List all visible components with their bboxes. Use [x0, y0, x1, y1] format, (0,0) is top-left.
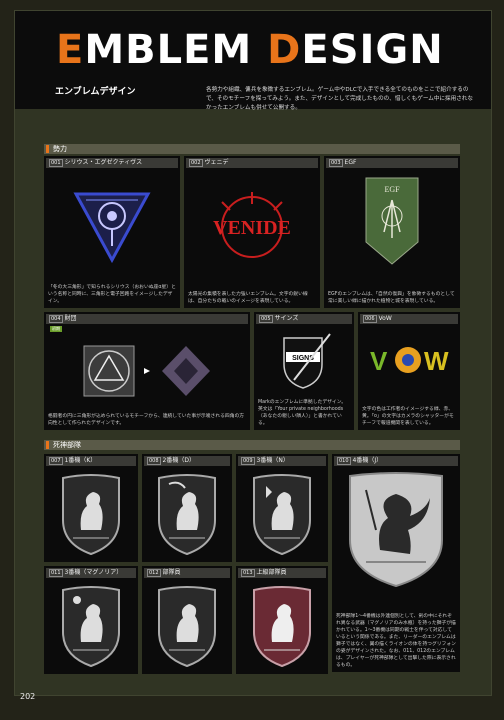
title-part-esign: ESIGN — [301, 27, 444, 73]
card-header: 006 VoW — [360, 314, 458, 324]
emblem-card-vow: 006 VoW V W 文字の色は工作者のイメージする緑、赤、黄。「o」の文字はカ… — [358, 312, 460, 430]
card-header: 001 シリウス・エグゼクティヴス — [46, 158, 178, 168]
sirius-emblem-icon — [73, 192, 151, 264]
svg-text:VENIDE: VENIDE — [213, 217, 291, 239]
card-header: 009 3番機（N） — [238, 456, 326, 466]
card-title: 部隊員 — [162, 569, 181, 576]
card-title: ヴェニデ — [204, 159, 229, 166]
card-number: 010 — [337, 457, 351, 465]
card-description: 太陽光の集積を表した力強いエンブレム。文字の鋭い線は、自分たちの戦いのイメージを… — [188, 292, 308, 304]
page-number: 202 — [20, 692, 36, 701]
status-badge: 初期 — [50, 326, 62, 332]
card-description: 死神部隊1〜4番機は外連個別として、剣の中にそれぞれ異なる武器（マグノリアのみ水… — [336, 614, 456, 668]
card-title: EGF — [344, 159, 357, 166]
card-description: EGFのエンブレムは、「自然の復興」を象徴するものとして常に美しい緑に描かれた植… — [328, 292, 455, 304]
card-description: Markのエンブレムに準拠したデザイン。英文は「Your private nei… — [258, 400, 347, 426]
card-description: 格闘者の円に三角形が込められているモチーフから、連続していた事が示唆される四角の… — [48, 414, 245, 426]
card-number: 008 — [147, 457, 161, 465]
title-letter-d: D — [267, 27, 302, 73]
card-title: シリウス・エグゼクティヴス — [64, 159, 143, 166]
svg-text:W: W — [424, 346, 449, 376]
section-header-factions: 勢力 — [44, 144, 460, 154]
card-header: 003 EGF — [326, 158, 458, 168]
lion-member-shield-icon — [158, 586, 216, 668]
card-number: 012 — [147, 569, 161, 577]
card-title: 財団 — [64, 315, 77, 322]
card-header: 002 ヴェニデ — [186, 158, 318, 168]
emblem-card-reaper-2: 008 2番機（D） — [142, 454, 232, 562]
page-title: EMBLEM DESIGN — [56, 28, 444, 72]
card-number: 006 — [363, 315, 377, 323]
card-header: 010 4番機（J） — [334, 456, 458, 466]
card-number: 002 — [189, 159, 203, 167]
card-title: 3番機（N） — [256, 457, 289, 464]
page-subtitle: エンブレムデザイン — [55, 87, 136, 97]
card-description: 「冬の大三角形」で知られるシリウス（おおいぬ座α星）という名称と同時に、三角形と… — [48, 285, 176, 304]
intro-text: 各勢力や組織、傭兵を象徴するエンブレム。ゲーム中やDLCで入手できる全てのものを… — [206, 87, 473, 111]
lion-shield-icon — [62, 474, 120, 556]
emblem-card-reaper-3: 009 3番機（N） — [236, 454, 328, 562]
card-title: 4番機（J） — [352, 457, 383, 464]
signs-shield-icon: SIGNS — [283, 333, 331, 389]
card-number: 004 — [49, 315, 63, 323]
card-number: 013 — [241, 569, 255, 577]
lion-scythe-shield-icon — [158, 474, 216, 556]
emblem-card-reaper-senior: 013 上級部隊員 — [236, 566, 328, 674]
griffin-shield-icon — [349, 472, 443, 588]
emblem-card-reaper-4: 010 4番機（J） 死神部隊1〜4番機は外連個別として、剣の中にそれぞれ異なる武… — [332, 454, 460, 672]
section-marker — [46, 441, 49, 449]
emblem-card-venide: 002 ヴェニデ VENIDE 太陽光の集積を表した力強いエンブレム。文字の鋭い線… — [184, 156, 320, 308]
card-number: 007 — [49, 457, 63, 465]
title-part-mblem: MBLEM — [84, 27, 268, 73]
card-title: 2番機（D） — [162, 457, 195, 464]
emblem-card-sirius: 001 シリウス・エグゼクティヴス 「冬の大三角形」で知られるシリウス（おおいぬ座… — [44, 156, 180, 308]
card-number: 005 — [259, 315, 273, 323]
egf-banner-text: EGF — [384, 185, 400, 194]
emblem-card-signs: 005 サインズ SIGNS Markのエンブレムに準拠したデザイン。英文は「Yo… — [254, 312, 354, 430]
svg-text:V: V — [370, 346, 388, 376]
card-header: 013 上級部隊員 — [238, 568, 326, 578]
lion-flower-shield-icon — [62, 586, 120, 668]
card-header: 011 3番機（マグノリア） — [46, 568, 136, 578]
emblem-card-reaper-member: 012 部隊員 — [142, 566, 232, 674]
card-number: 001 — [49, 159, 63, 167]
emblem-card-foundation: 004 財団 初期 格闘者の円に三角形が込められているモチーフから、連続していた事… — [44, 312, 250, 430]
foundation-emblem-icon — [83, 345, 210, 397]
card-header: 005 サインズ — [256, 314, 352, 324]
page: EMBLEM DESIGN エンブレムデザイン 各勢力や組織、傭兵を象徴するエン… — [0, 0, 504, 720]
card-header: 004 財団 — [46, 314, 248, 324]
card-title: 上級部隊員 — [256, 569, 287, 576]
vow-logo-icon: V W — [370, 346, 449, 376]
card-number: 009 — [241, 457, 255, 465]
title-letter-e: E — [56, 27, 85, 73]
card-header: 012 部隊員 — [144, 568, 230, 578]
card-title: VoW — [378, 315, 392, 322]
section-label: 勢力 — [53, 145, 67, 153]
card-title: サインズ — [274, 315, 299, 322]
card-description: 文字の色は工作者のイメージする緑、赤、黄。「o」の文字はカメラのシャッターがモチ… — [362, 407, 454, 426]
lion-axe-shield-icon — [253, 474, 311, 556]
card-number: 011 — [49, 569, 63, 577]
emblem-card-egf: 003 EGF EGF EGFのエンブレムは、「自然の復興」を象徴するものとして常… — [324, 156, 460, 308]
venide-emblem-icon: VENIDE — [213, 192, 291, 258]
card-number: 003 — [329, 159, 343, 167]
section-header-reapers: 死神部隊 — [44, 440, 460, 450]
lion-senior-shield-icon — [253, 586, 311, 668]
egf-banner-icon: EGF — [365, 177, 419, 265]
section-label: 死神部隊 — [53, 441, 81, 449]
card-header: 007 1番機（K） — [46, 456, 136, 466]
card-title: 3番機（マグノリア） — [64, 569, 123, 576]
section-marker — [46, 145, 49, 153]
emblem-card-reaper-magnolia: 011 3番機（マグノリア） — [44, 566, 138, 674]
card-header: 008 2番機（D） — [144, 456, 230, 466]
emblem-card-reaper-1: 007 1番機（K） — [44, 454, 138, 562]
card-title: 1番機（K） — [64, 457, 97, 464]
